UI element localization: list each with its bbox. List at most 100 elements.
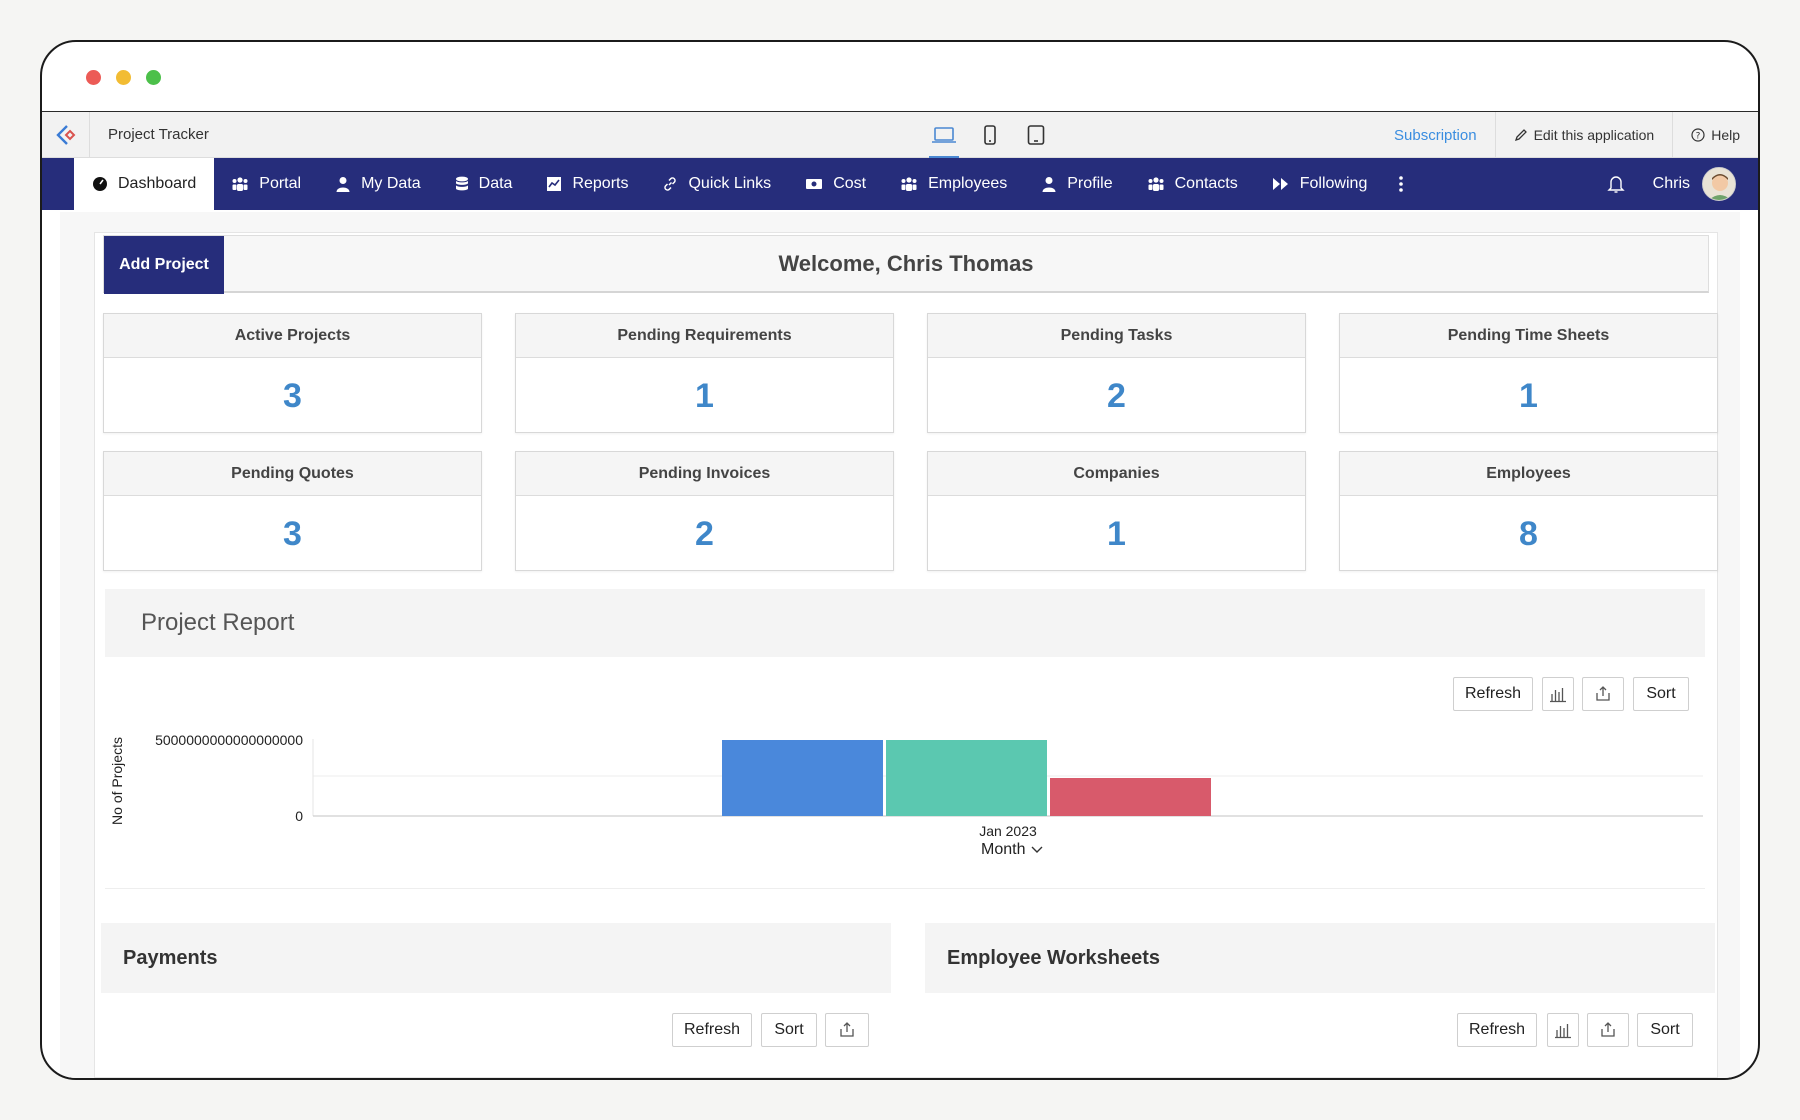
nav-profile[interactable]: Profile bbox=[1024, 158, 1129, 210]
help-button[interactable]: ? Help bbox=[1672, 112, 1758, 158]
stat-label: Pending Time Sheets bbox=[1340, 314, 1717, 358]
nav-label: Quick Links bbox=[688, 175, 772, 192]
maximize-window-button[interactable] bbox=[146, 70, 161, 85]
project-report-panel: Project Report Refresh Sort No of Projec… bbox=[105, 589, 1705, 889]
more-vertical-icon bbox=[1399, 176, 1404, 192]
group-icon bbox=[1148, 177, 1164, 191]
chart-type-button[interactable] bbox=[1542, 677, 1574, 711]
stat-label: Employees bbox=[1340, 452, 1717, 496]
avatar[interactable] bbox=[1702, 167, 1736, 201]
chart-type-button[interactable] bbox=[1547, 1013, 1579, 1047]
page-content: Add Project Welcome, Chris Thomas Active… bbox=[60, 212, 1740, 1078]
report-sort-button[interactable]: Sort bbox=[1633, 677, 1689, 711]
mobile-view-icon[interactable] bbox=[975, 112, 1005, 158]
pencil-icon bbox=[1514, 129, 1527, 142]
subscription-link[interactable]: Subscription bbox=[1376, 112, 1495, 158]
svg-text:?: ? bbox=[1696, 132, 1701, 142]
app-title: Project Tracker bbox=[108, 126, 209, 143]
bar-chart-icon bbox=[1555, 1024, 1571, 1039]
worksheets-export-button[interactable] bbox=[1587, 1013, 1629, 1047]
export-icon bbox=[1596, 686, 1610, 701]
stat-card-pending-requirements[interactable]: Pending Requirements 1 bbox=[515, 313, 894, 433]
stat-card-employees[interactable]: Employees 8 bbox=[1339, 451, 1718, 571]
nav-contacts[interactable]: Contacts bbox=[1130, 158, 1255, 210]
stat-label: Pending Requirements bbox=[516, 314, 893, 358]
minimize-window-button[interactable] bbox=[116, 70, 131, 85]
chart-y-axis-label: No of Projects bbox=[109, 737, 125, 825]
worksheets-refresh-button[interactable]: Refresh bbox=[1457, 1013, 1537, 1047]
stat-card-pending-quotes[interactable]: Pending Quotes 3 bbox=[103, 451, 482, 571]
nav-label: Profile bbox=[1067, 175, 1113, 192]
stat-card-pending-invoices[interactable]: Pending Invoices 2 bbox=[515, 451, 894, 571]
group-by-month-dropdown[interactable]: Month bbox=[981, 841, 1043, 859]
help-icon: ? bbox=[1691, 128, 1705, 142]
link-icon bbox=[664, 177, 677, 191]
nav-dashboard[interactable]: Dashboard bbox=[74, 158, 215, 210]
stat-card-pending-tasks[interactable]: Pending Tasks 2 bbox=[927, 313, 1306, 433]
nav-following[interactable]: Following bbox=[1255, 158, 1385, 210]
panel-title: Payments bbox=[101, 923, 891, 993]
chart-bar[interactable] bbox=[722, 740, 883, 816]
chart-bar[interactable] bbox=[1050, 778, 1211, 816]
payments-sort-button[interactable]: Sort bbox=[761, 1013, 817, 1047]
browser-window: Project Tracker Subscription Edit this a… bbox=[40, 40, 1760, 1080]
nav-label: Portal bbox=[259, 175, 302, 192]
more-menu-button[interactable] bbox=[1384, 158, 1418, 210]
welcome-title: Welcome, Chris Thomas bbox=[778, 251, 1034, 276]
dashboard-icon bbox=[93, 177, 107, 191]
stat-label: Pending Invoices bbox=[516, 452, 893, 496]
edit-application-button[interactable]: Edit this application bbox=[1494, 112, 1673, 158]
app-header: Project Tracker Subscription Edit this a… bbox=[42, 111, 1758, 158]
app-logo-icon[interactable] bbox=[42, 111, 90, 158]
nav-label: Dashboard bbox=[118, 175, 197, 192]
stat-value: 1 bbox=[695, 377, 714, 415]
nav-label: Employees bbox=[928, 175, 1008, 192]
database-icon bbox=[455, 176, 468, 191]
report-refresh-button[interactable]: Refresh bbox=[1453, 677, 1533, 711]
stat-label: Pending Quotes bbox=[104, 452, 481, 496]
stat-value: 8 bbox=[1519, 515, 1538, 553]
nav-employees[interactable]: Employees bbox=[883, 158, 1024, 210]
user-icon bbox=[1042, 177, 1056, 192]
notification-bell-icon[interactable] bbox=[1606, 174, 1625, 194]
desktop-view-icon[interactable] bbox=[929, 112, 959, 158]
stat-card-pending-time-sheets[interactable]: Pending Time Sheets 1 bbox=[1339, 313, 1718, 433]
project-report-chart: No of Projects 0 5000000000000000000 Jan … bbox=[109, 732, 1703, 839]
stat-label: Companies bbox=[928, 452, 1305, 496]
tablet-view-icon[interactable] bbox=[1021, 112, 1051, 158]
nav-quick-links[interactable]: Quick Links bbox=[645, 158, 788, 210]
chart-y-tick-label: 0 bbox=[295, 808, 303, 824]
stat-value: 1 bbox=[1107, 515, 1126, 553]
stat-label: Pending Tasks bbox=[928, 314, 1305, 358]
stat-value: 3 bbox=[283, 377, 302, 415]
bar-chart-icon bbox=[1550, 688, 1566, 703]
add-project-button[interactable]: Add Project bbox=[104, 236, 224, 294]
close-window-button[interactable] bbox=[86, 70, 101, 85]
help-label: Help bbox=[1711, 127, 1740, 143]
chart-icon bbox=[547, 177, 562, 191]
device-preview-switcher bbox=[929, 112, 1051, 158]
group-icon bbox=[232, 177, 248, 191]
dashboard-panel: Add Project Welcome, Chris Thomas Active… bbox=[94, 232, 1718, 1078]
nav-label: Contacts bbox=[1174, 175, 1238, 192]
nav-my-data[interactable]: My Data bbox=[318, 158, 438, 210]
nav-label: Following bbox=[1299, 175, 1368, 192]
user-name[interactable]: Chris bbox=[1653, 175, 1690, 193]
main-nav: Dashboard Portal My Data Data Reports Qu… bbox=[42, 158, 1758, 210]
payments-refresh-button[interactable]: Refresh bbox=[672, 1013, 752, 1047]
stat-card-active-projects[interactable]: Active Projects 3 bbox=[103, 313, 482, 433]
chart-y-tick-label: 5000000000000000000 bbox=[155, 732, 303, 748]
report-export-button[interactable] bbox=[1582, 677, 1624, 711]
nav-label: My Data bbox=[361, 175, 421, 192]
nav-data[interactable]: Data bbox=[438, 158, 530, 210]
worksheets-sort-button[interactable]: Sort bbox=[1637, 1013, 1693, 1047]
payments-export-button[interactable] bbox=[825, 1013, 869, 1047]
nav-cost[interactable]: Cost bbox=[788, 158, 883, 210]
chart-bar[interactable] bbox=[886, 740, 1047, 816]
fast-forward-icon bbox=[1272, 178, 1288, 190]
stat-card-companies[interactable]: Companies 1 bbox=[927, 451, 1306, 571]
group-by-label: Month bbox=[981, 841, 1026, 858]
nav-portal[interactable]: Portal bbox=[214, 158, 318, 210]
nav-reports[interactable]: Reports bbox=[529, 158, 645, 210]
employee-worksheets-panel: Employee Worksheets Refresh Sort bbox=[925, 923, 1715, 1078]
